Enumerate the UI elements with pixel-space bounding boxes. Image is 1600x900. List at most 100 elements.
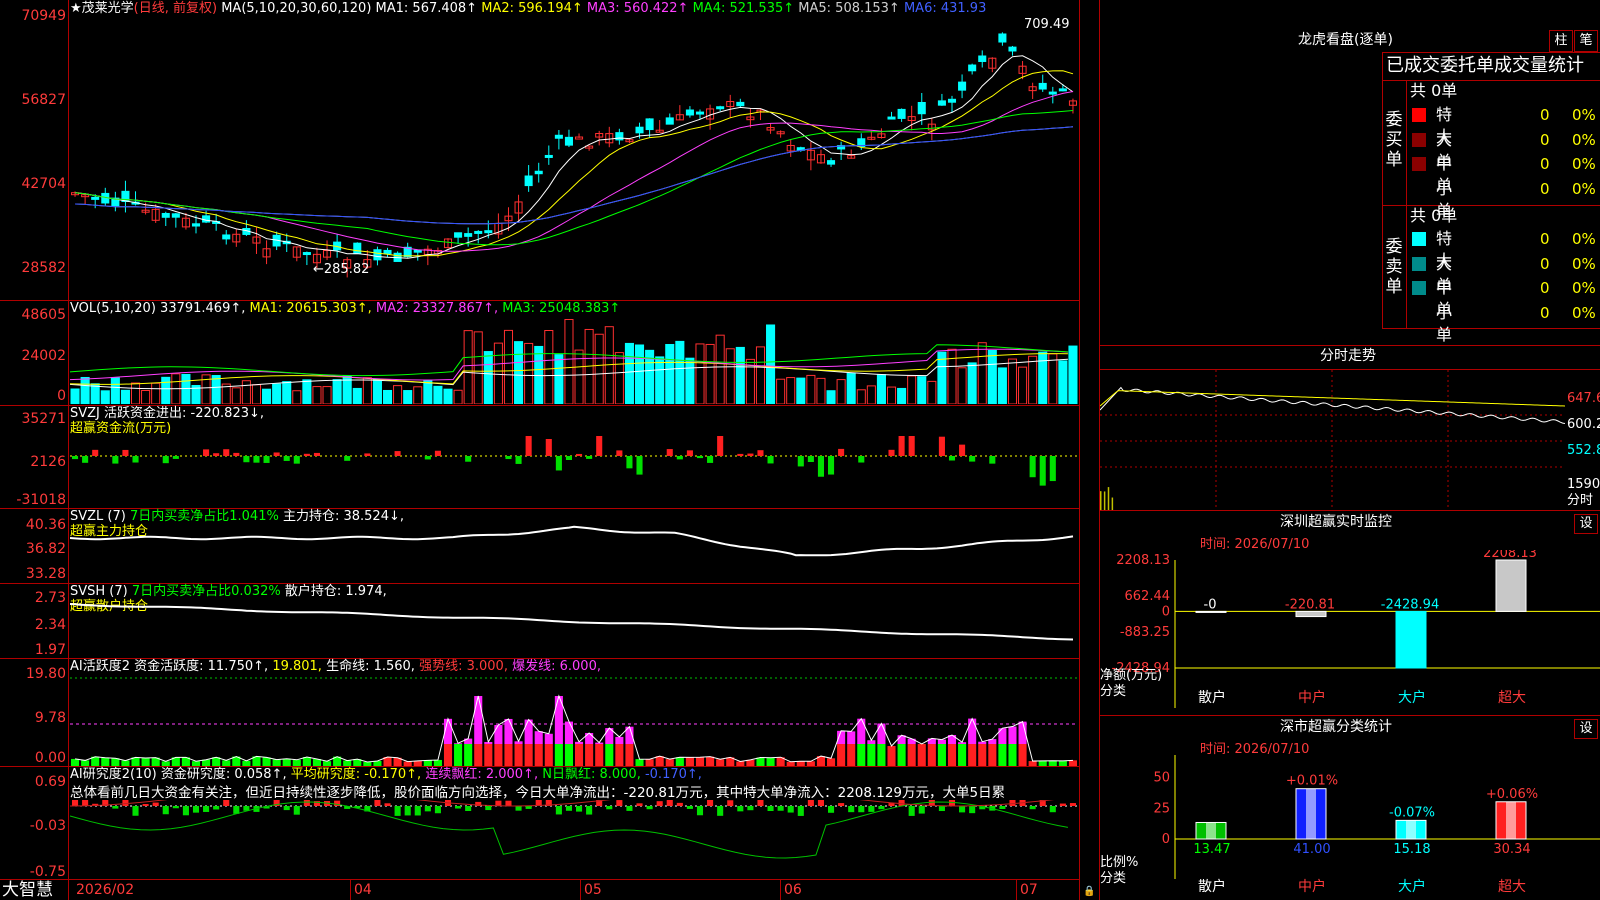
fund-flow-bar bbox=[162, 456, 169, 464]
stock-title[interactable]: ★茂莱光学 bbox=[70, 1, 134, 16]
volume-bar bbox=[786, 377, 796, 404]
candle-body bbox=[564, 136, 573, 146]
svzl-tick: 36.82 bbox=[25, 541, 66, 557]
activity-bar bbox=[937, 744, 946, 766]
bar-mode-button[interactable]: 柱 bbox=[1549, 30, 1573, 52]
date-label: 2026/02 bbox=[76, 882, 135, 898]
fund-flow-bar bbox=[938, 436, 945, 456]
order-count: 0 bbox=[1540, 303, 1550, 322]
vol-value: 33791.469↑, bbox=[160, 301, 246, 316]
volume-bar bbox=[272, 383, 282, 404]
activity-bar bbox=[605, 744, 614, 766]
volume-bar bbox=[816, 377, 826, 404]
tick-mode-button[interactable]: 笔 bbox=[1574, 30, 1598, 52]
volume-bar bbox=[705, 343, 715, 404]
fund-flow-bar bbox=[969, 456, 976, 462]
retail-chart[interactable] bbox=[70, 596, 1078, 658]
high-price-mark: 709.49 bbox=[1024, 17, 1070, 32]
volume-bar bbox=[332, 379, 342, 404]
order-count: 0 bbox=[1540, 106, 1550, 124]
activity-bar bbox=[655, 756, 664, 766]
fund-flow-bar bbox=[696, 456, 704, 459]
main-force-chart[interactable] bbox=[70, 520, 1078, 582]
candle-body bbox=[635, 126, 644, 134]
research-bar bbox=[404, 806, 411, 816]
ratio-bar-highlight bbox=[1506, 801, 1516, 839]
volume-bar bbox=[120, 389, 130, 404]
candle-body bbox=[645, 118, 654, 131]
research-bar bbox=[293, 806, 300, 815]
fund-flow-bar bbox=[283, 456, 290, 461]
research-bar bbox=[606, 806, 613, 810]
volume-bar bbox=[211, 375, 221, 404]
activity-bar bbox=[837, 744, 846, 766]
activity-bar bbox=[1068, 760, 1077, 766]
ratio-delta-label: -0.07% bbox=[1389, 805, 1435, 820]
order-count: 0 bbox=[1540, 155, 1550, 173]
volume-bar bbox=[302, 379, 312, 404]
order-pct: 0% bbox=[1572, 155, 1596, 173]
ratio-axis-tick: 25 bbox=[1153, 801, 1170, 816]
research-bar bbox=[838, 803, 845, 806]
ma4-value: MA4: 521.535↑ bbox=[692, 1, 795, 16]
research-bar bbox=[707, 800, 714, 806]
research-bar bbox=[243, 806, 250, 811]
fund-flow-bar bbox=[253, 456, 260, 463]
activity-chart[interactable] bbox=[70, 672, 1078, 766]
activity-bar bbox=[514, 744, 523, 766]
classify-settings-button[interactable]: 设 bbox=[1574, 719, 1598, 739]
fund-flow-bar bbox=[72, 456, 79, 460]
monitor-settings-button[interactable]: 设 bbox=[1574, 514, 1598, 534]
volume-bar bbox=[1028, 355, 1038, 404]
price-tick: 28582 bbox=[21, 260, 66, 276]
research-bar bbox=[152, 802, 159, 806]
ma-line bbox=[74, 126, 1074, 225]
fund-flow-bar bbox=[948, 456, 956, 461]
research-chart[interactable] bbox=[70, 800, 1078, 878]
activity-bar bbox=[464, 744, 473, 766]
svzj-tick: -31018 bbox=[16, 492, 66, 508]
date-label: 05 bbox=[584, 882, 602, 898]
intraday-chart[interactable] bbox=[1100, 370, 1565, 510]
volume-bar bbox=[503, 329, 514, 404]
activity-bar bbox=[161, 761, 170, 766]
volume-bar bbox=[977, 342, 987, 404]
order-count: 0 bbox=[1540, 279, 1550, 297]
activity-bar bbox=[1058, 760, 1067, 766]
main-chart-area[interactable]: 70949 56827 42704 28582 ★茂莱光学(日线, 前复权) M… bbox=[0, 0, 1095, 900]
intraday-panel[interactable]: 分时走势 647.6 600.2 552.8 1590 分时 bbox=[1100, 345, 1600, 510]
activity-bar bbox=[292, 759, 301, 766]
candlestick-chart[interactable] bbox=[70, 18, 1078, 300]
main-force-line bbox=[70, 525, 1074, 557]
intraday-vol-bar bbox=[1107, 487, 1110, 510]
color-swatch bbox=[1412, 181, 1426, 196]
candle-body bbox=[91, 196, 100, 200]
research-bar bbox=[1049, 806, 1056, 813]
research-bar bbox=[555, 806, 562, 815]
research-bar bbox=[918, 806, 925, 814]
activity-bar bbox=[564, 744, 573, 766]
chart-mode[interactable]: (日线, 前复权) bbox=[134, 1, 217, 16]
fund-flow-bar bbox=[394, 451, 401, 456]
fund-flow-bar bbox=[203, 449, 210, 456]
volume-bar bbox=[695, 343, 705, 404]
activity-bar bbox=[645, 759, 654, 766]
net-amount-bar bbox=[1395, 610, 1427, 669]
activity-bar bbox=[625, 744, 634, 766]
monitor-category: 散户 bbox=[1198, 689, 1226, 706]
research-bar bbox=[586, 806, 593, 815]
date-label: 07 bbox=[1020, 882, 1038, 898]
ma-line bbox=[74, 55, 1074, 259]
activity-bar bbox=[81, 760, 90, 766]
candle-body bbox=[524, 175, 533, 187]
research-bar bbox=[616, 800, 623, 806]
activity-bar bbox=[695, 757, 705, 766]
activity-bar bbox=[202, 759, 211, 766]
candle-body bbox=[827, 160, 836, 165]
fund-flow-chart[interactable] bbox=[70, 436, 1078, 506]
volume-chart[interactable] bbox=[70, 316, 1078, 404]
activity-bar bbox=[343, 760, 352, 766]
lock-icon[interactable]: 🔒 bbox=[1083, 884, 1095, 899]
activity-bar-top bbox=[474, 696, 483, 744]
activity-bar bbox=[635, 759, 644, 766]
